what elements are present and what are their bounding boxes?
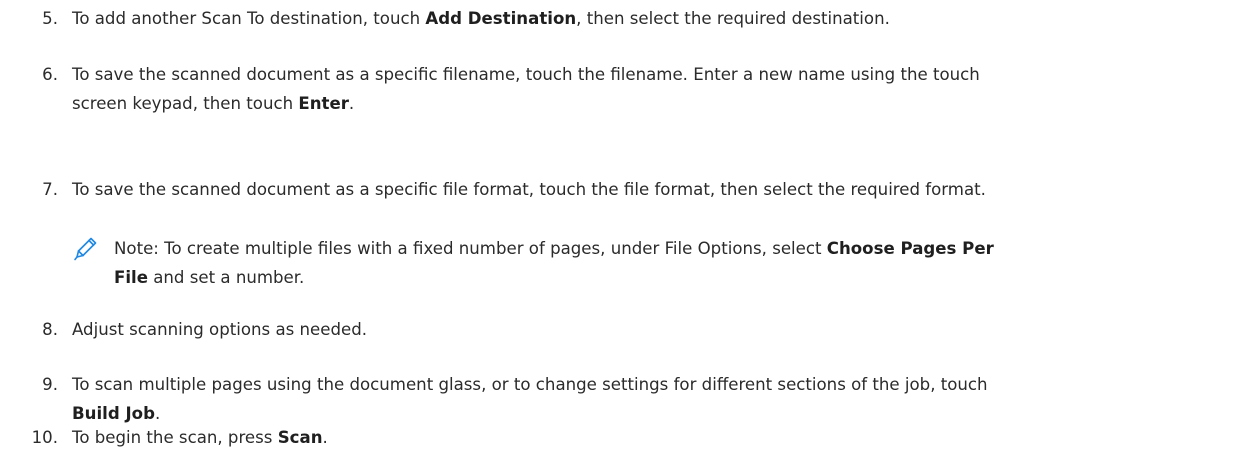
step-text: To add another Scan To destination, touc… [72, 4, 1250, 33]
step-number: 10. [31, 428, 58, 447]
note-text-bold: File [114, 268, 148, 287]
step-text-bold: Build Job [72, 404, 155, 423]
step-text-part: screen keypad, then touch [72, 94, 299, 113]
step-text-part: To add another Scan To destination, touc… [72, 9, 426, 28]
step-text: To scan multiple pages using the documen… [72, 370, 1250, 428]
step-number: 6. [42, 65, 58, 84]
note-text-part: and set a number. [147, 268, 305, 287]
note-line: Note: To create multiple files with a fi… [114, 234, 1244, 263]
pencil-icon [74, 237, 97, 261]
step-text-bold: Add Destination [425, 9, 577, 28]
note-text-part: Note: To create multiple files with a fi… [114, 239, 827, 258]
step-text-part: . [322, 428, 328, 447]
step-number: 7. [42, 180, 58, 199]
note-line: File and set a number. [114, 263, 1244, 292]
step-text: To save the scanned document as a specif… [72, 60, 1250, 118]
note-box: Note: To create multiple files with a fi… [0, 234, 1255, 296]
step-text: To save the scanned document as a specif… [72, 180, 986, 199]
step-number: 5. [42, 9, 58, 28]
step-text-part: , then select the required destination. [576, 9, 890, 28]
step-text-bold: Enter [298, 94, 349, 113]
step-text-line: To scan multiple pages using the documen… [72, 375, 988, 394]
step-text: To begin the scan, press Scan. [72, 423, 1250, 452]
document-page: 5. To add another Scan To destination, t… [0, 0, 1255, 451]
step-text-line: To save the scanned document as a specif… [72, 65, 980, 84]
step-number: 9. [42, 375, 58, 394]
step-number: 8. [42, 320, 58, 339]
step-text-bold: Scan [277, 428, 323, 447]
note-text-bold: Choose Pages Per [826, 239, 994, 258]
step-text: Adjust scanning options as needed. [72, 320, 368, 339]
step-text-line: screen keypad, then touch Enter. [72, 89, 1250, 118]
step-text-part: . [348, 94, 355, 113]
note-text: Note: To create multiple files with a fi… [114, 234, 1244, 292]
step-text-part: . [154, 404, 161, 423]
step-text-part: To begin the scan, press [72, 428, 278, 447]
